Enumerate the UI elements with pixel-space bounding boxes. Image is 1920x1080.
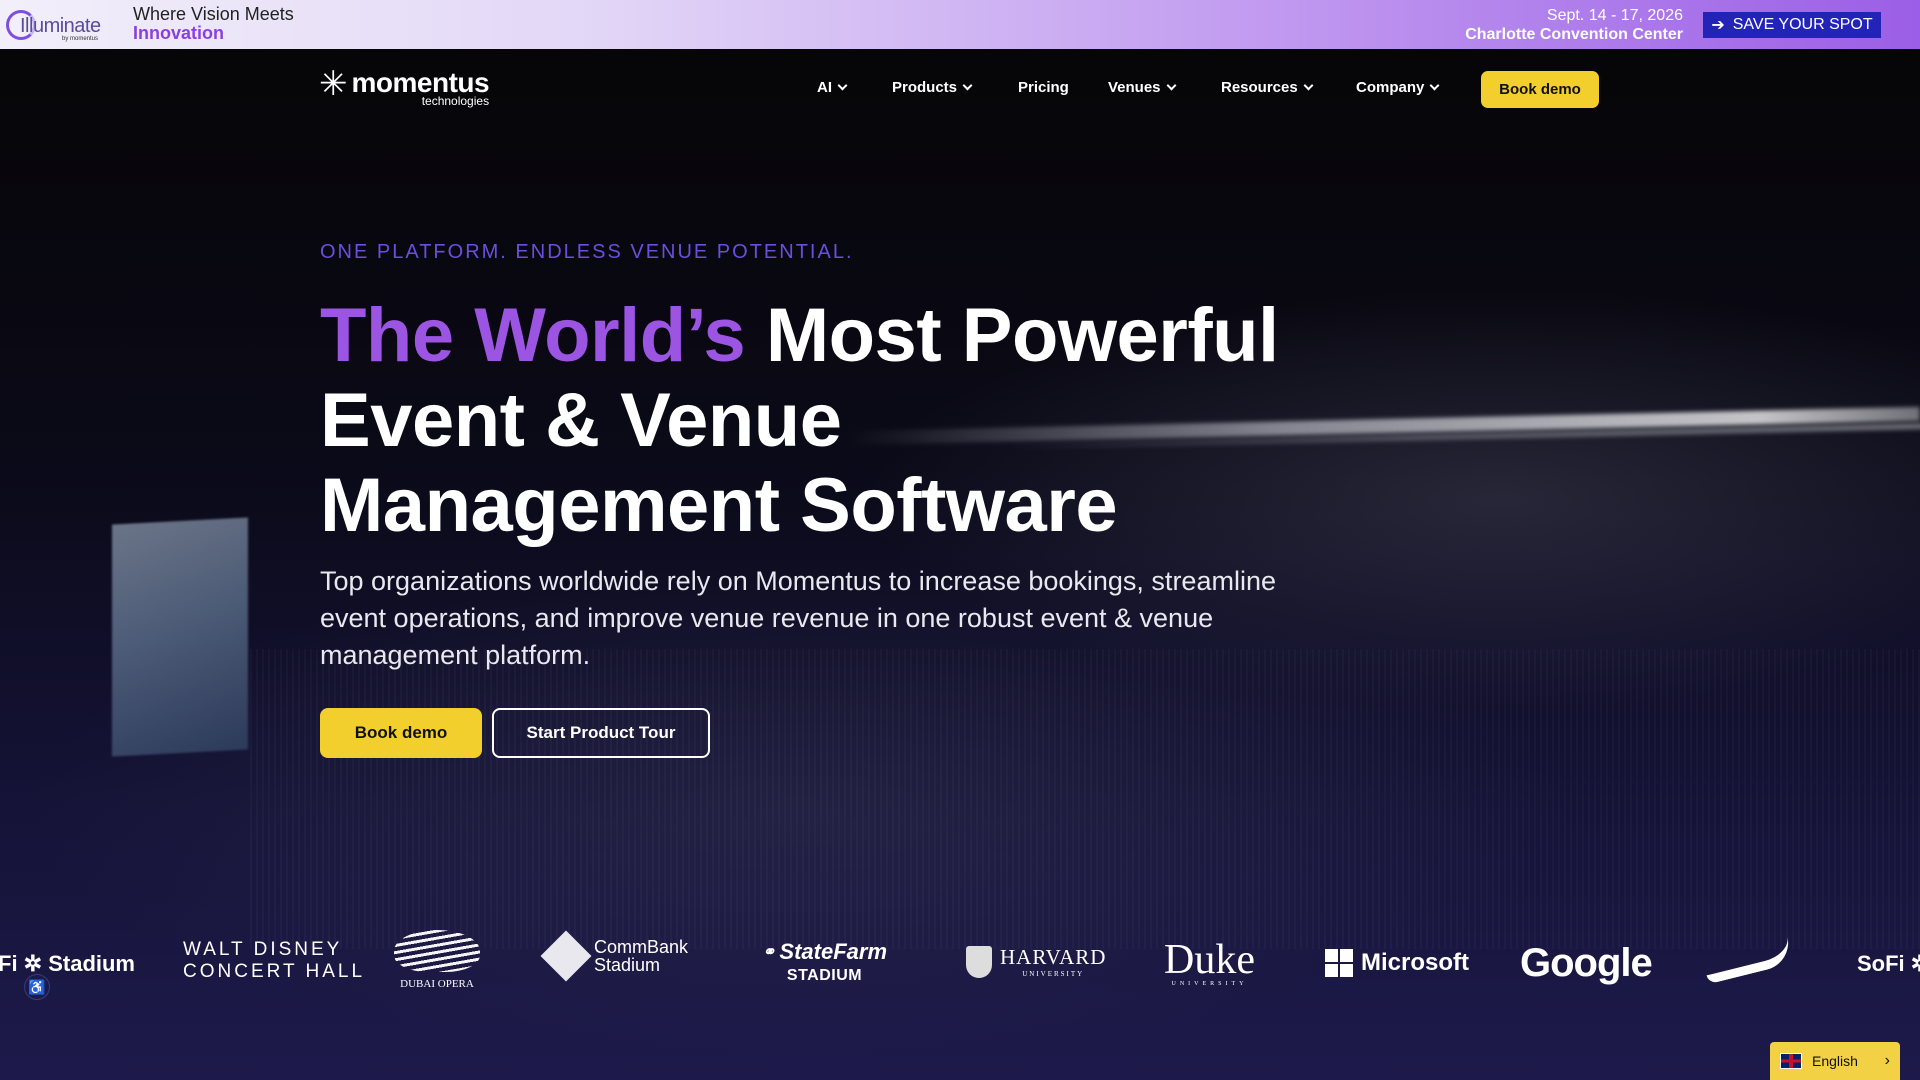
harvard-line2: UNIVERSITY xyxy=(1022,970,1085,978)
nav-item-label: Resources xyxy=(1221,79,1298,96)
dubai-opera-logo: DUBAI OPERA xyxy=(392,930,482,990)
microsoft-text: Microsoft xyxy=(1361,949,1469,976)
language-selector[interactable]: English › xyxy=(1770,1042,1900,1080)
duke-line2: UNIVERSITY xyxy=(1171,981,1248,987)
headline-accent: The World’s xyxy=(320,293,746,378)
chevron-down-icon xyxy=(1166,80,1176,91)
banner-tagline-line2: Innovation xyxy=(133,23,224,43)
nav-item-products[interactable]: Products xyxy=(892,79,973,96)
chevron-down-icon xyxy=(837,80,848,91)
statefarm-stadium-logo: ⚭ StateFarm STADIUM xyxy=(762,939,887,985)
main-navbar: ✳ momentus technologies AI Products Pric… xyxy=(0,49,1920,129)
accessibility-icon[interactable]: ♿ xyxy=(24,974,50,1000)
headline-line3: Management Software xyxy=(320,463,1118,548)
nav-item-ai[interactable]: AI xyxy=(817,79,848,96)
banner-tagline-line1: Where Vision Meets xyxy=(133,4,294,24)
illuminate-logo-by: by momentus xyxy=(62,36,99,42)
nav-item-label: Pricing xyxy=(1018,79,1069,96)
client-logo-strip: Fi ✲ Stadium WALT DISNEY CONCERT HALL DU… xyxy=(0,925,1920,1005)
nav-book-demo-button[interactable]: Book demo xyxy=(1481,71,1599,108)
momentus-logo[interactable]: ✳ momentus technologies xyxy=(319,65,490,109)
nav-item-venues[interactable]: Venues xyxy=(1108,79,1176,96)
headline-line1-rest: Most Powerful xyxy=(765,293,1279,378)
hero-subhead: Top organizations worldwide rely on Mome… xyxy=(320,566,1276,670)
stage-screen-background xyxy=(112,517,248,757)
commbank-text: CommBank Stadium xyxy=(594,938,688,974)
statefarm-line1: StateFarm xyxy=(779,939,887,964)
sofi-logo-right: SoFi ✲ xyxy=(1857,951,1920,976)
harvard-university-logo: HARVARD UNIVERSITY xyxy=(966,945,1106,978)
announcement-banner: Illuminate by momentus Where Vision Meet… xyxy=(0,0,1920,49)
chevron-down-icon xyxy=(1429,80,1440,91)
chevron-right-icon: › xyxy=(1884,1052,1890,1069)
banner-tagline: Where Vision Meets Innovation xyxy=(133,5,294,43)
dubai-opera-caption: DUBAI OPERA xyxy=(400,978,474,990)
statefarm-ovals-icon: ⚭ xyxy=(762,944,776,961)
hero-eyebrow: ONE PLATFORM. ENDLESS VENUE POTENTIAL. xyxy=(320,241,854,263)
nav-item-label: Company xyxy=(1356,79,1425,96)
chevron-down-icon xyxy=(962,80,973,91)
nav-item-label: AI xyxy=(817,79,832,96)
microsoft-logo: Microsoft xyxy=(1325,949,1469,977)
save-your-spot-label: SAVE YOUR SPOT xyxy=(1732,16,1873,33)
arrow-right-icon: ➔ xyxy=(1711,17,1725,34)
microsoft-grid-icon xyxy=(1325,949,1353,977)
nav-item-resources[interactable]: Resources xyxy=(1221,79,1314,96)
commbank-line2: Stadium xyxy=(594,955,661,975)
statefarm-line1-wrap: ⚭ StateFarm xyxy=(762,939,887,965)
commbank-diamond-icon xyxy=(540,930,592,982)
language-label: English xyxy=(1812,1053,1858,1069)
statefarm-line2: STADIUM xyxy=(786,967,863,984)
save-your-spot-button[interactable]: ➔ SAVE YOUR SPOT xyxy=(1703,12,1881,38)
nav-item-label: Venues xyxy=(1108,79,1161,96)
nike-logo xyxy=(1701,935,1795,985)
logo-text: momentus technologies xyxy=(351,67,490,108)
nike-swoosh-icon xyxy=(1701,935,1795,985)
commbank-stadium-logo: CommBank Stadium xyxy=(540,930,688,982)
walt-disney-concert-hall-logo: WALT DISNEY CONCERT HALL xyxy=(183,939,365,983)
nav-item-company[interactable]: Company xyxy=(1356,79,1440,96)
illuminate-logo[interactable]: Illuminate by momentus xyxy=(6,6,102,44)
logo-name: momentus xyxy=(351,67,490,98)
google-logo: Google xyxy=(1520,941,1653,985)
crowd-background xyxy=(250,649,1920,949)
commbank-line1: CommBank xyxy=(594,937,689,957)
headline-line2: Event & Venue xyxy=(320,378,842,463)
event-date: Sept. 14 - 17, 2026 xyxy=(1546,7,1683,24)
disney-line1: WALT DISNEY xyxy=(183,939,343,960)
event-venue: Charlotte Convention Center xyxy=(1465,26,1683,43)
harvard-line1: HARVARD xyxy=(1000,945,1107,969)
illuminate-logo-word: Illuminate xyxy=(20,15,101,37)
sofi-stadium-logo: Fi ✲ Stadium xyxy=(0,951,135,976)
dubai-opera-wave-icon xyxy=(394,930,480,972)
duke-university-logo: Duke UNIVERSITY xyxy=(1164,939,1255,987)
duke-line1: Duke xyxy=(1164,937,1255,983)
harvard-text: HARVARD UNIVERSITY xyxy=(1000,945,1106,978)
disney-line2: CONCERT HALL xyxy=(183,961,366,982)
hero-headline: The World’s Most Powerful Event & Venue … xyxy=(320,293,1370,548)
hero-book-demo-button[interactable]: Book demo xyxy=(320,708,482,758)
banner-event-info: Sept. 14 - 17, 2026 Charlotte Convention… xyxy=(1465,6,1683,44)
uk-flag-icon xyxy=(1780,1053,1802,1069)
chevron-down-icon xyxy=(1303,80,1314,91)
harvard-shield-icon xyxy=(966,945,992,978)
nav-item-pricing[interactable]: Pricing xyxy=(1018,79,1069,96)
asterisk-logo-icon: ✳ xyxy=(319,65,348,103)
start-product-tour-button[interactable]: Start Product Tour xyxy=(492,708,710,758)
nav-item-label: Products xyxy=(892,79,958,96)
